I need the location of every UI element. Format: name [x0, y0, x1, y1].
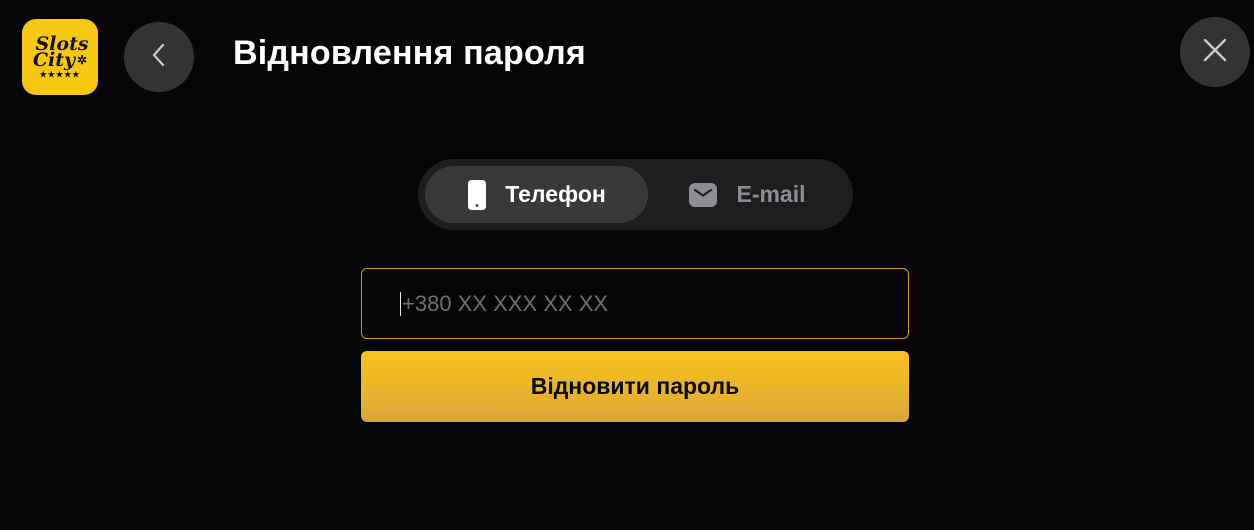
page-title: Відновлення пароля — [233, 34, 586, 72]
mail-icon — [688, 182, 718, 208]
logo-row: City ✲ — [32, 49, 88, 72]
slots-city-logo[interactable]: Slots City ✲ ★★★★★ — [22, 19, 98, 95]
recovery-method-tabs: Телефон E-mail — [418, 159, 853, 230]
tab-phone[interactable]: Телефон — [425, 166, 648, 223]
close-button[interactable] — [1180, 17, 1250, 87]
recover-password-button[interactable]: Відновити пароль — [361, 351, 909, 422]
phone-field[interactable] — [361, 268, 909, 339]
tab-email[interactable]: E-mail — [648, 166, 846, 223]
back-button[interactable] — [124, 22, 194, 92]
password-recovery-page: Slots City ✲ ★★★★★ Відновлення пароля Те… — [0, 0, 1254, 530]
text-caret — [400, 292, 401, 316]
logo-stars: ★★★★★ — [39, 69, 81, 80]
phone-input[interactable] — [400, 289, 884, 318]
chevron-left-icon — [150, 42, 168, 73]
logo-text-city: City — [32, 49, 76, 72]
tab-phone-label: Телефон — [505, 181, 606, 207]
tab-email-label: E-mail — [736, 181, 806, 207]
sun-icon: ✲ — [77, 52, 88, 67]
phone-icon — [467, 179, 487, 211]
close-icon — [1202, 37, 1228, 68]
